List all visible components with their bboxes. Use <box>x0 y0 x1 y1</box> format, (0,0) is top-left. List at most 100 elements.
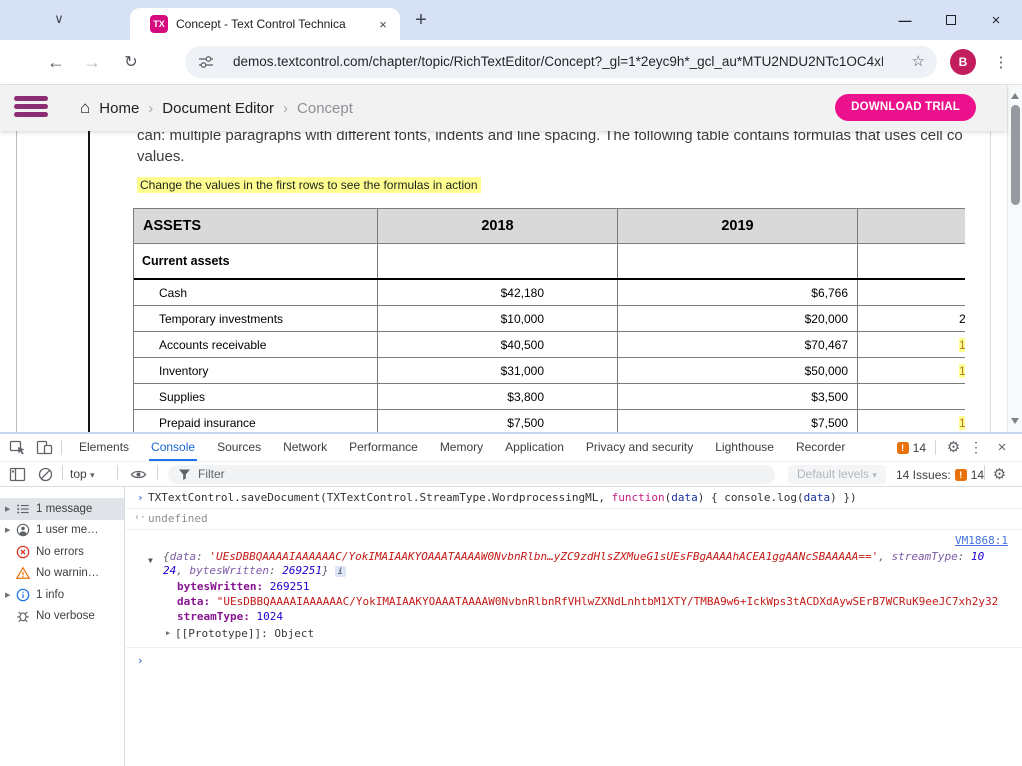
new-tab-button[interactable]: + <box>408 7 434 33</box>
download-trial-button[interactable]: DOWNLOAD TRIAL <box>835 94 976 121</box>
table-section-row[interactable]: Current assets <box>134 244 965 280</box>
table-cell[interactable]: Current assets <box>134 244 378 278</box>
console-prompt[interactable]: › <box>126 648 1022 672</box>
devtools-tab-network[interactable]: Network <box>272 434 338 461</box>
profile-avatar[interactable]: B <box>950 49 976 75</box>
table-cell-2018[interactable]: $3,800 <box>378 384 618 409</box>
console-filter-warning[interactable]: No warnin… <box>0 563 124 585</box>
table-cell-2018[interactable]: $42,180 <box>378 280 618 305</box>
console-input-entry[interactable]: › TXTextControl.saveDocument(TXTextContr… <box>126 487 1022 509</box>
table-cell-2019[interactable]: $3,500 <box>618 384 858 409</box>
expander-icon[interactable]: ▶ <box>5 526 10 534</box>
console-filter-user[interactable]: ▶1 user me… <box>0 520 124 542</box>
clear-console-icon[interactable] <box>37 466 54 483</box>
table-header-cell[interactable]: ASSETS <box>134 209 378 243</box>
table-cell-extra[interactable]: 2 <box>858 306 965 331</box>
inspect-element-icon[interactable] <box>9 439 26 456</box>
devtools-menu-icon[interactable]: ⋮ <box>968 434 984 461</box>
source-location-link[interactable]: VM1868:1 <box>955 534 1008 547</box>
devtools-tab-privacy-and-security[interactable]: Privacy and security <box>575 434 704 461</box>
issues-summary[interactable]: 14 Issues: ! 14 <box>896 462 984 487</box>
table-cell-label[interactable]: Inventory <box>134 358 378 383</box>
devtools-settings-icon[interactable]: ⚙ <box>945 439 962 456</box>
devtools-tab-memory[interactable]: Memory <box>429 434 494 461</box>
object-prototype[interactable]: [[Prototype]]: Object <box>175 627 314 640</box>
console-filter-error[interactable]: No errors <box>0 541 124 563</box>
tab-close-icon[interactable]: × <box>374 15 392 33</box>
table-cell[interactable] <box>378 244 618 278</box>
table-cell-2019[interactable]: $50,000 <box>618 358 858 383</box>
tab-search-chevron-icon[interactable]: ∨ <box>46 6 72 32</box>
back-button[interactable]: ← <box>42 40 70 84</box>
url-text[interactable]: demos.textcontrol.com/chapter/topic/Rich… <box>233 46 883 78</box>
devtools-tab-console[interactable]: Console <box>140 434 206 461</box>
breadcrumb-item[interactable]: Document Editor <box>162 100 274 117</box>
breadcrumb-item[interactable]: Concept <box>297 100 353 117</box>
object-expander-icon[interactable]: ▼ <box>148 556 153 565</box>
table-row[interactable]: Inventory$31,000$50,0001 <box>134 358 965 384</box>
prototype-expander-icon[interactable]: ▶ <box>166 629 170 637</box>
console-filter-list[interactable]: ▶1 message <box>0 498 124 520</box>
assets-table[interactable]: ASSETS20182019Current assetsCash$42,180$… <box>133 208 965 432</box>
forward-button[interactable]: → <box>78 40 106 84</box>
scroll-down-arrow-icon[interactable] <box>1011 418 1019 424</box>
table-row[interactable]: Accounts receivable$40,500$70,4671 <box>134 332 965 358</box>
devtools-tab-sources[interactable]: Sources <box>206 434 272 461</box>
table-cell-extra[interactable]: 1 <box>858 410 965 432</box>
table-cell-2019[interactable]: $20,000 <box>618 306 858 331</box>
device-toolbar-icon[interactable] <box>36 439 53 456</box>
console-sidebar-toggle-icon[interactable] <box>9 466 26 483</box>
breadcrumb-item[interactable]: Home <box>99 100 139 117</box>
table-header-cell[interactable]: 2019 <box>618 209 858 243</box>
page-scrollbar-thumb[interactable] <box>1011 105 1020 205</box>
address-bar[interactable]: demos.textcontrol.com/chapter/topic/Rich… <box>185 46 937 78</box>
hamburger-menu-icon[interactable] <box>14 96 48 120</box>
devtools-tab-performance[interactable]: Performance <box>338 434 429 461</box>
table-cell-extra[interactable]: 1 <box>858 358 965 383</box>
window-minimize-button[interactable]: — <box>895 10 915 30</box>
table-header-cell[interactable]: 2018 <box>378 209 618 243</box>
expander-icon[interactable]: ▶ <box>5 505 10 513</box>
table-row[interactable]: Supplies$3,800$3,500 <box>134 384 965 410</box>
console-settings-icon[interactable]: ⚙ <box>991 466 1008 483</box>
table-cell-2019[interactable]: $7,500 <box>618 410 858 432</box>
table-header-cell[interactable] <box>858 209 965 243</box>
site-settings-icon[interactable] <box>198 54 214 70</box>
table-cell-label[interactable]: Temporary investments <box>134 306 378 331</box>
info-icon[interactable]: i <box>335 566 346 577</box>
table-cell-extra[interactable]: 1 <box>858 332 965 357</box>
reload-button[interactable]: ↻ <box>117 40 145 84</box>
console-log-entry[interactable]: VM1868:1 ▼ {data: 'UEsDBBQAAAAIAAAAAAC/Y… <box>126 530 1022 648</box>
expander-icon[interactable]: ▶ <box>5 591 10 599</box>
table-cell-2019[interactable]: $70,467 <box>618 332 858 357</box>
table-row[interactable]: Prepaid insurance$7,500$7,5001 <box>134 410 965 432</box>
console-filter-info[interactable]: ▶1 info <box>0 584 124 606</box>
devtools-tab-recorder[interactable]: Recorder <box>785 434 856 461</box>
table-cell-label[interactable]: Supplies <box>134 384 378 409</box>
log-levels-dropdown[interactable]: Default levels ▾ <box>788 465 886 484</box>
console-result-entry[interactable]: ‹· undefined <box>126 509 1022 530</box>
live-expression-eye-icon[interactable] <box>130 466 147 483</box>
table-cell-label[interactable]: Cash <box>134 280 378 305</box>
issues-counter[interactable]: ! 14 <box>897 434 926 461</box>
window-maximize-button[interactable] <box>941 10 961 30</box>
table-cell-label[interactable]: Accounts receivable <box>134 332 378 357</box>
table-cell-2018[interactable]: $7,500 <box>378 410 618 432</box>
bookmark-star-icon[interactable]: ☆ <box>912 46 925 78</box>
table-cell-2018[interactable]: $10,000 <box>378 306 618 331</box>
devtools-tab-elements[interactable]: Elements <box>68 434 140 461</box>
table-cell[interactable] <box>618 244 858 278</box>
devtools-tab-application[interactable]: Application <box>494 434 575 461</box>
table-cell-label[interactable]: Prepaid insurance <box>134 410 378 432</box>
devtools-tab-lighthouse[interactable]: Lighthouse <box>704 434 785 461</box>
browser-tab[interactable]: TX Concept - Text Control Technica × <box>130 8 400 40</box>
table-cell-2019[interactable]: $6,766 <box>618 280 858 305</box>
browser-menu-button[interactable]: ⋮ <box>988 40 1014 84</box>
window-close-button[interactable]: × <box>986 10 1006 30</box>
table-row[interactable]: Cash$42,180$6,766 <box>134 280 965 306</box>
table-cell-extra[interactable] <box>858 280 965 305</box>
devtools-close-icon[interactable]: × <box>994 434 1010 461</box>
table-cell-2018[interactable]: $31,000 <box>378 358 618 383</box>
context-selector[interactable]: top ▾ <box>70 462 95 487</box>
page-scrollbar[interactable] <box>1007 85 1022 432</box>
